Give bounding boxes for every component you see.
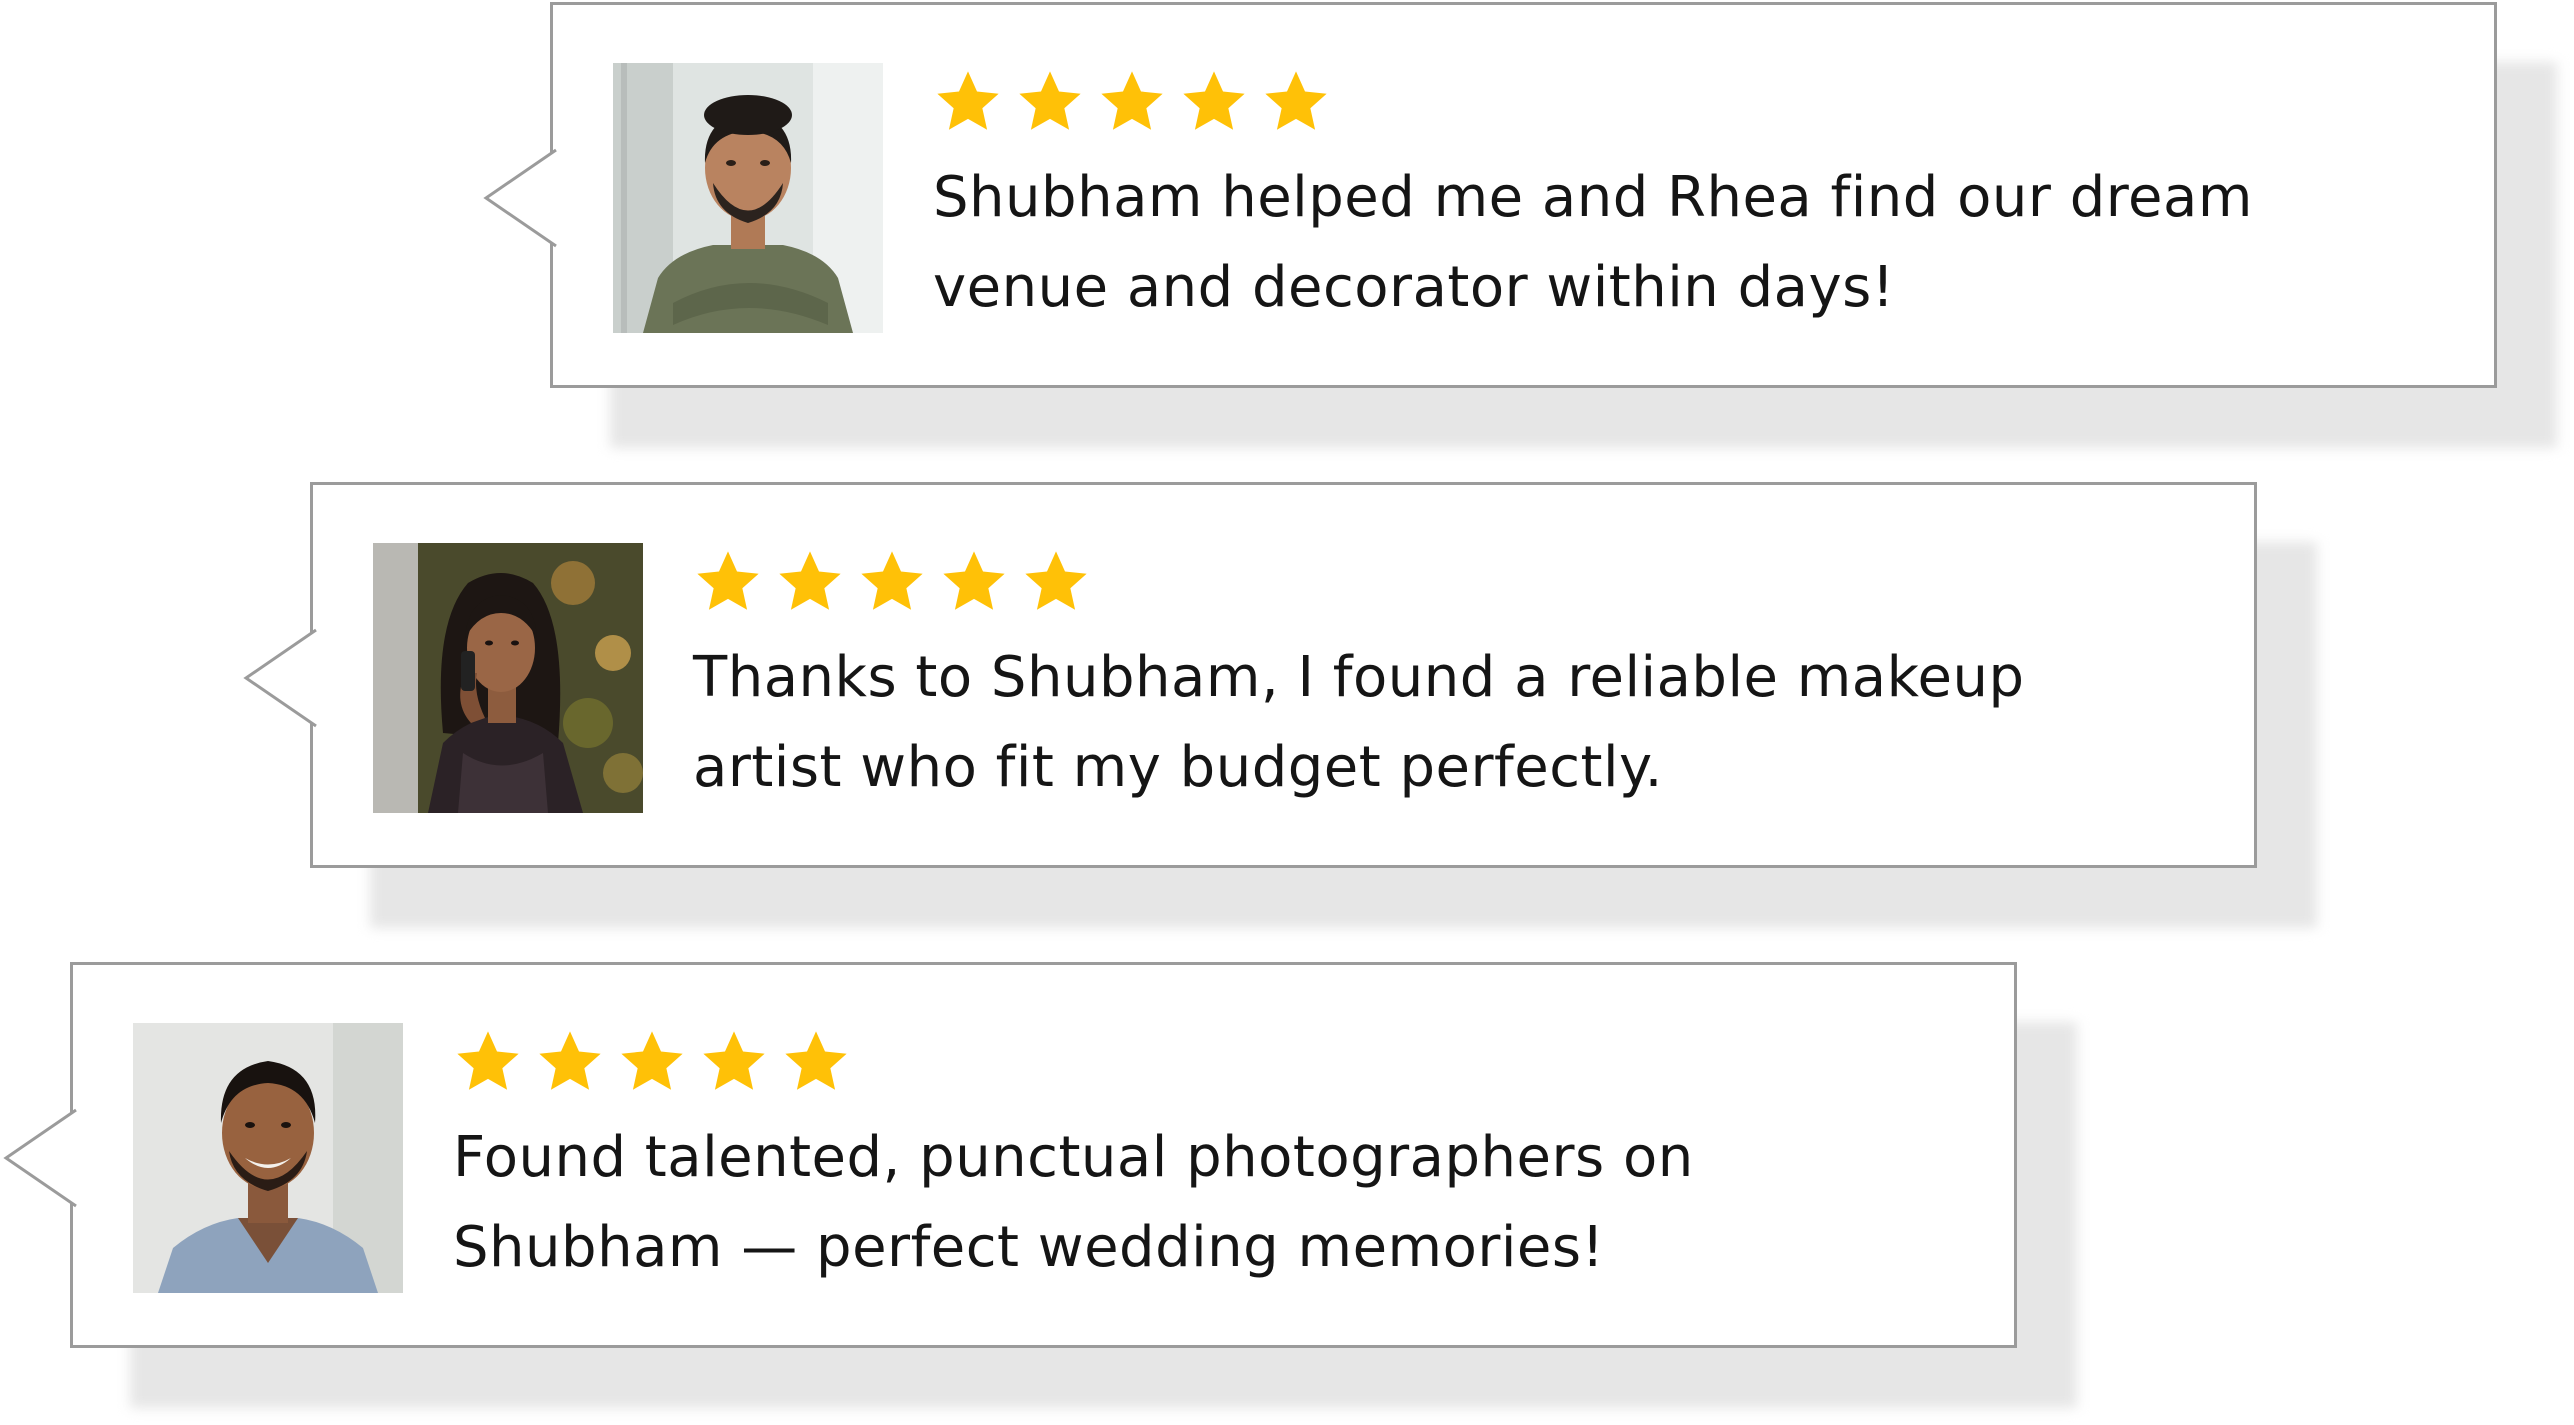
review-card-body: Thanks to Shubham, I found a reliable ma… xyxy=(243,482,2257,868)
review-card: Shubham helped me and Rhea find our drea… xyxy=(483,2,2557,448)
review-card: Thanks to Shubham, I found a reliable ma… xyxy=(243,482,2317,928)
review-text: Found talented, punctual photographers o… xyxy=(453,1125,1694,1280)
star-icon xyxy=(699,1027,769,1097)
star-icon xyxy=(535,1027,605,1097)
speech-bubble-pointer xyxy=(483,148,559,248)
speech-bubble-pointer xyxy=(3,1108,79,1208)
star-icon xyxy=(693,547,763,617)
star-icon xyxy=(1015,67,1085,137)
review-card-body: Found talented, punctual photographers o… xyxy=(3,962,2017,1348)
star-icon xyxy=(933,67,1003,137)
star-icon xyxy=(781,1027,851,1097)
review-card-body: Shubham helped me and Rhea find our drea… xyxy=(483,2,2497,388)
review-text: Thanks to Shubham, I found a reliable ma… xyxy=(693,645,2025,800)
review-card: Found talented, punctual photographers o… xyxy=(3,962,2077,1408)
star-icon xyxy=(857,547,927,617)
star-icon xyxy=(775,547,845,617)
reviewer-avatar xyxy=(133,1023,403,1293)
star-icon xyxy=(1021,547,1091,617)
star-icon xyxy=(1097,67,1167,137)
rating-stars xyxy=(453,1027,851,1097)
star-icon xyxy=(1179,67,1249,137)
speech-bubble-pointer xyxy=(243,628,319,728)
star-icon xyxy=(939,547,1009,617)
star-icon xyxy=(617,1027,687,1097)
rating-stars xyxy=(693,547,1091,617)
reviewer-avatar xyxy=(613,63,883,333)
reviewer-avatar xyxy=(373,543,643,813)
review-text: Shubham helped me and Rhea find our drea… xyxy=(933,165,2253,320)
rating-stars xyxy=(933,67,1331,137)
star-icon xyxy=(1261,67,1331,137)
star-icon xyxy=(453,1027,523,1097)
